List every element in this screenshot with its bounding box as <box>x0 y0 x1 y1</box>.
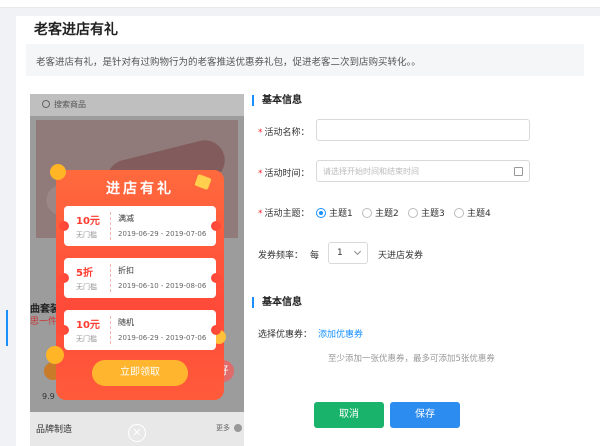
theme-radio-label: 主题3 <box>421 209 445 219</box>
radio-icon <box>454 208 464 218</box>
coupon-kind: 折扣 <box>118 266 134 275</box>
preview-bg-label: 思一件 <box>30 317 58 327</box>
coupon-period: 2019-06-29 - 2019-07-06 <box>118 334 207 342</box>
coupon-condition: 无门槛 <box>76 283 97 291</box>
required-mark: * <box>258 128 263 138</box>
section-title-basic-info: 基本信息 <box>252 95 302 106</box>
add-coupon-link[interactable]: 添加优惠券 <box>318 327 363 340</box>
coupon-condition: 无门槛 <box>76 231 97 239</box>
save-button[interactable]: 保存 <box>390 402 460 428</box>
coupon-notch <box>211 325 221 335</box>
radio-icon <box>362 208 372 218</box>
radio-icon <box>408 208 418 218</box>
top-bar <box>0 0 600 8</box>
name-label-text: 活动名称： <box>264 128 310 138</box>
search-icon <box>42 100 50 108</box>
page-title: 老客进店有礼 <box>34 22 118 38</box>
theme-radio-3[interactable]: 主题3 <box>408 206 445 219</box>
activity-name-input[interactable] <box>316 119 530 141</box>
coupon-period: 2019-06-29 - 2019-07-06 <box>118 230 207 238</box>
theme-radio-2[interactable]: 主题2 <box>362 206 399 219</box>
close-icon[interactable]: ✕ <box>128 424 146 442</box>
freq-select-value: 1 <box>337 248 343 258</box>
coupon-kind: 满减 <box>118 214 134 223</box>
required-mark: * <box>258 209 263 219</box>
coupon-card: 10元 无门槛 随机 2019-06-29 - 2019-07-06 <box>59 310 221 350</box>
coupon-card: 5折 无门槛 折扣 2019-06-10 - 2019-08-06 <box>59 258 221 298</box>
name-label: * 活动名称： <box>258 125 310 138</box>
freq-select[interactable]: 1 <box>328 242 368 264</box>
theme-radio-label: 主题1 <box>329 209 353 219</box>
coupon-amount: 10元 <box>76 320 100 331</box>
freq-prefix: 每 <box>310 251 320 261</box>
time-label-text: 活动时间： <box>264 169 310 179</box>
preview-bg-price: 9.9 <box>42 392 55 401</box>
coupon-amount: 5折 <box>76 268 93 279</box>
freq-suffix: 天进店发券 <box>378 251 424 261</box>
coupon-popup: 进店有礼 10元 无门槛 满减 2019-06-29 - 2019-07-06 … <box>46 164 226 400</box>
page-description: 老客进店有礼，是针对有过购物行为的老客推送优惠券礼包，促进老客二次到店购买转化。… <box>36 57 421 68</box>
activity-time-placeholder: 请选择开始时间和结束时间 <box>323 167 419 176</box>
preview-footer-more: 更多 <box>216 424 230 432</box>
freq-label: 发券频率： <box>258 248 303 261</box>
calendar-icon <box>514 167 523 176</box>
decor-ball-icon <box>46 346 64 364</box>
preview-search-bar: 搜索商品 <box>30 94 244 116</box>
preview-footer-brand: 品牌制造 <box>36 425 73 435</box>
coupon-label: 选择优惠券： <box>258 330 313 340</box>
activity-time-picker[interactable]: 请选择开始时间和结束时间 <box>316 160 530 182</box>
radio-checked-icon <box>316 208 326 218</box>
phone-preview: 搜索商品 曲套装 思一件 9.9 好 品牌制造 更多 ✕ 进店有礼 10元 无门… <box>30 94 244 446</box>
coupon-divider <box>110 264 111 292</box>
description-bar: 老客进店有礼，是针对有过购物行为的老客推送优惠券礼包，促进老客二次到店购买转化。… <box>26 44 584 76</box>
theme-radio-label: 主题4 <box>467 209 491 219</box>
section-title-coupon-info: 基本信息 <box>252 297 302 308</box>
coupon-divider <box>110 316 111 344</box>
preview-search-placeholder: 搜索商品 <box>54 100 86 109</box>
chevron-down-icon <box>353 247 362 256</box>
time-label: * 活动时间： <box>258 166 310 179</box>
theme-label: * 活动主题： <box>258 206 310 219</box>
coupon-notch <box>59 325 69 335</box>
coupon-card: 10元 无门槛 满减 2019-06-29 - 2019-07-06 <box>59 206 221 246</box>
coupon-notch <box>211 273 221 283</box>
coupon-kind: 随机 <box>118 318 134 327</box>
popup-title: 进店有礼 <box>106 181 174 197</box>
freq-label-text: 发券频率： <box>258 251 304 261</box>
theme-radio-1[interactable]: 主题1 <box>316 206 353 219</box>
coupon-divider <box>110 212 111 240</box>
left-nav-edge <box>0 8 16 446</box>
coupon-period: 2019-06-10 - 2019-08-06 <box>118 282 207 290</box>
theme-label-text: 活动主题： <box>264 209 310 219</box>
more-icon <box>234 424 242 432</box>
coupon-hint: 至少添加一张优惠券，最多可添加5张优惠券 <box>328 354 495 364</box>
required-mark: * <box>258 169 263 179</box>
coupon-notch <box>59 221 69 231</box>
coupon-condition: 无门槛 <box>76 335 97 343</box>
coupon-notch <box>59 273 69 283</box>
coupon-notch <box>211 221 221 231</box>
theme-radio-4[interactable]: 主题4 <box>454 206 491 219</box>
coupon-amount: 10元 <box>76 216 100 227</box>
cancel-button[interactable]: 取消 <box>314 402 384 428</box>
theme-radio-label: 主题2 <box>375 209 399 219</box>
nav-active-indicator <box>6 310 8 346</box>
claim-button[interactable]: 立即领取 <box>92 360 188 386</box>
